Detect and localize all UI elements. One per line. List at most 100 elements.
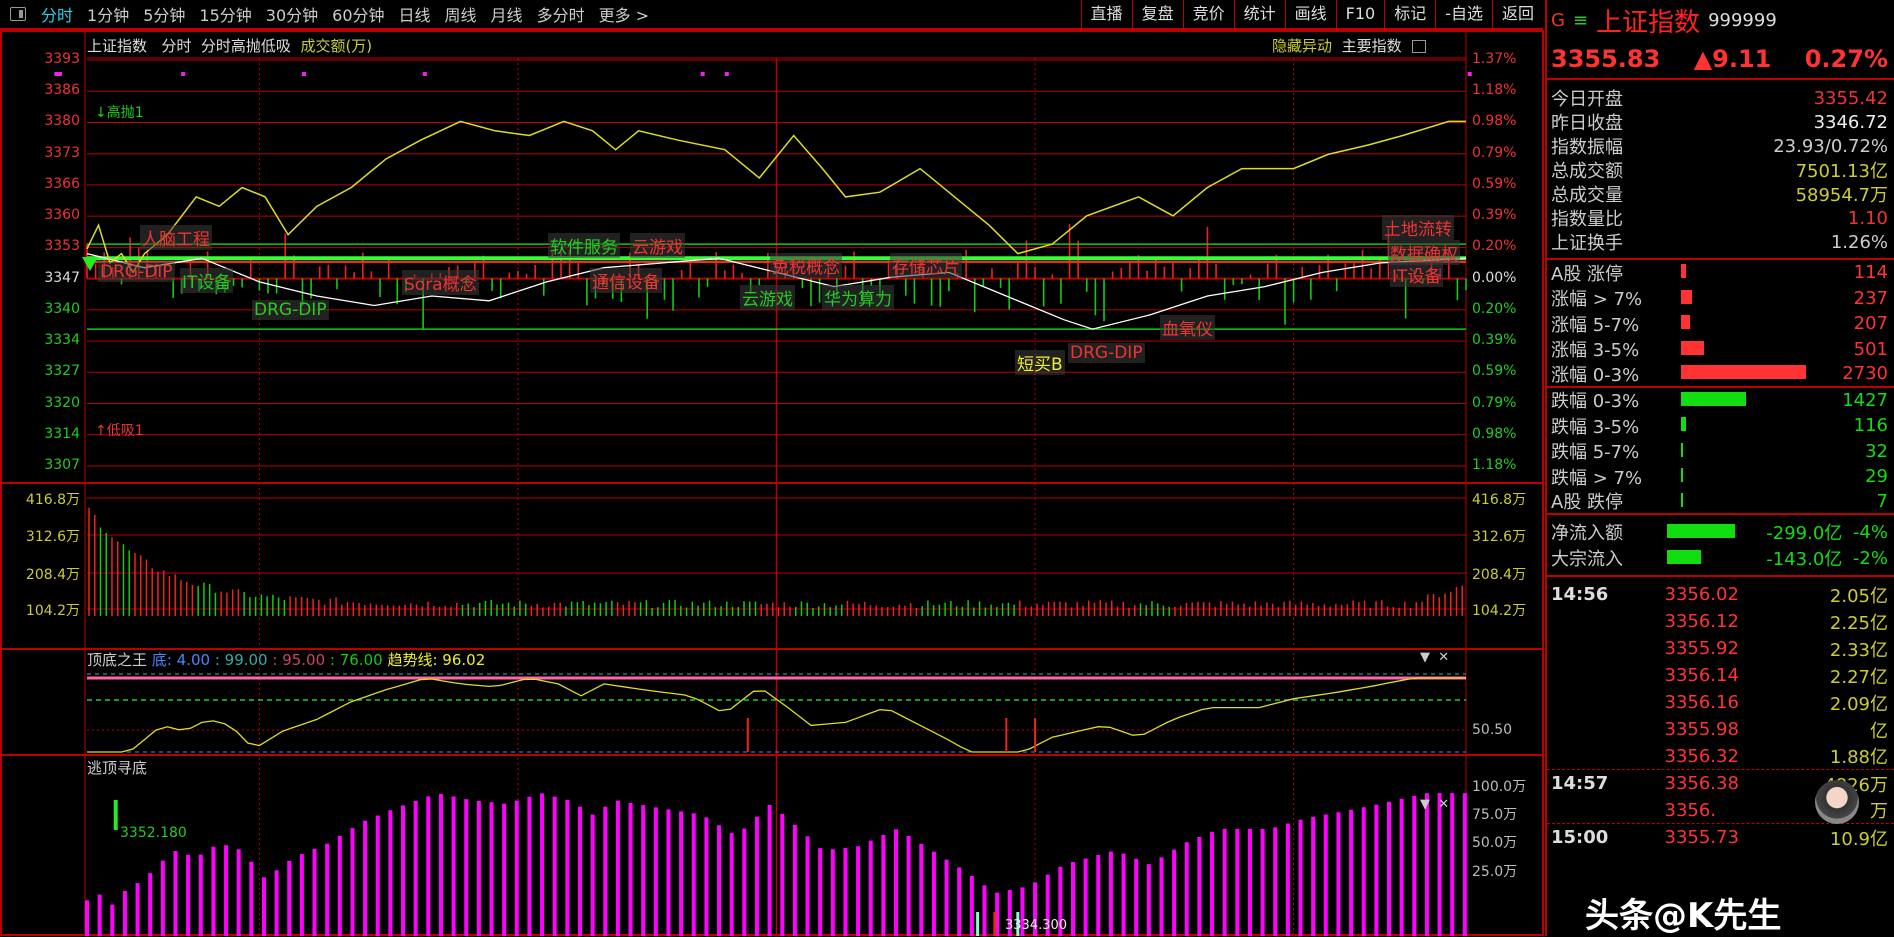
price-tick: 3380 — [44, 113, 80, 130]
tab-8[interactable]: 月线 — [484, 2, 530, 26]
tab-7[interactable]: 周线 — [438, 2, 484, 26]
concept-label: IT设备 — [180, 268, 234, 293]
flow-pct: -2% — [1852, 547, 1888, 569]
breadth-row-2: 涨幅 5-7% 207 — [1547, 311, 1894, 337]
group-badge[interactable]: G — [1551, 10, 1565, 31]
chart-canvas[interactable] — [0, 0, 1545, 936]
tab-0[interactable]: 分时 — [34, 2, 80, 26]
info-label: 总成交量 — [1551, 185, 1623, 206]
breadth-row-5: 跌幅 0-3% 1427 — [1547, 388, 1894, 414]
indicator2-close-icon[interactable]: ✕ — [1438, 797, 1449, 812]
tick-price: 3356.02 — [1664, 584, 1739, 605]
concept-label: 软件服务 — [548, 233, 620, 258]
toolbar-button-4[interactable]: 画线 — [1284, 0, 1336, 29]
info-row-1: 昨日收盘 3346.72 — [1547, 110, 1894, 135]
flow-bar — [1666, 523, 1735, 538]
tick-amount: 1.88亿 — [1829, 747, 1888, 768]
tick-row-0: 14:56 3356.02 2.05亿 — [1547, 581, 1894, 608]
tab-6[interactable]: 日线 — [392, 2, 438, 26]
tick-row-4: 3356.16 2.09亿 — [1547, 689, 1894, 716]
breadth-row-9: A股 跌停 7 — [1547, 490, 1894, 515]
indicator1-dropdown-icon[interactable]: ▼ — [1420, 650, 1430, 665]
info-row-5: 指数量比 1.10 — [1547, 206, 1894, 231]
indicator1-name[interactable]: 顶底之王 — [87, 651, 147, 669]
indicator1-axis-mid: 50.50 — [1472, 722, 1513, 738]
pct-tick: 0.00% — [1472, 269, 1517, 286]
tick-amount: 2.27亿 — [1829, 666, 1888, 688]
indicator2-name[interactable]: 逃顶寻底 — [87, 757, 147, 778]
breadth-row-8: 跌幅 > 7% 29 — [1547, 464, 1894, 490]
concept-label: 云游戏 — [740, 285, 795, 310]
toolbar-button-5[interactable]: F10 — [1335, 0, 1385, 29]
breadth-bar-cell — [1681, 466, 1865, 487]
tab-1[interactable]: 1分钟 — [80, 2, 136, 26]
toolbar-button-6[interactable]: 标记 — [1384, 0, 1435, 29]
tick-amount: 2.33亿 — [1829, 639, 1888, 661]
tick-price: 3355.73 — [1664, 827, 1739, 848]
indicator1-di: 底 — [151, 651, 167, 669]
tick-amount: 10.9亿 — [1829, 828, 1888, 850]
indicator2-annotation: 3352.180 — [120, 825, 187, 841]
concept-label: 短买B — [1015, 350, 1065, 375]
volume-tick: 416.8万 — [25, 492, 80, 508]
indicator1-v4: : 76.00 — [329, 651, 383, 669]
tick-time: 14:56 — [1551, 584, 1609, 605]
breadth-bar — [1681, 365, 1806, 380]
indicator1-close-icon[interactable]: ✕ — [1438, 650, 1449, 665]
tick-time: 15:00 — [1551, 827, 1609, 848]
pct-tick: 1.18% — [1472, 457, 1517, 473]
info-value: 58954.7万 — [1795, 185, 1888, 206]
price-tick: 3353 — [44, 238, 80, 255]
tab-10[interactable]: 更多 > — [592, 2, 657, 26]
toolbar-button-8[interactable]: 返回 — [1491, 0, 1543, 29]
info-row-0: 今日开盘 3355.42 — [1547, 86, 1894, 111]
breadth-bar-cell — [1681, 415, 1854, 436]
flow-row-1: 大宗流入 -143.0亿 -2% — [1547, 545, 1894, 571]
trend-value: : 96.02 — [432, 651, 486, 669]
pct-tick: 0.39% — [1472, 207, 1517, 224]
toolbar-button-1[interactable]: 复盘 — [1131, 0, 1183, 29]
breadth-label: 涨幅 5-7% — [1551, 314, 1640, 336]
breadth-bar-cell — [1681, 491, 1877, 512]
toolbar-button-0[interactable]: 直播 — [1080, 0, 1132, 29]
info-label: 昨日收盘 — [1551, 113, 1623, 134]
volume-tick-right: 208.4万 — [1472, 567, 1527, 583]
major-index-link[interactable]: 主要指数 — [1342, 37, 1402, 55]
tick-amount: 2.09亿 — [1829, 693, 1888, 715]
buy-marker: ↑低吸1 — [95, 423, 144, 439]
breadth-count: 1427 — [1842, 389, 1888, 411]
toolbar-button-2[interactable]: 竞价 — [1182, 0, 1234, 29]
period-toolbar: 分时 1分钟 5分钟 15分钟 30分钟 60分钟 日线 周线 月线 多分时 更多 > 直播 复盘 竞价… — [0, 0, 1543, 30]
tick-price: 3356.14 — [1664, 665, 1739, 686]
hide-anomaly-link[interactable]: 隐藏异动 — [1272, 37, 1332, 55]
price-tick: 3347 — [44, 269, 80, 286]
indicator-name[interactable]: 分时高抛低吸 — [201, 37, 291, 55]
pct-tick: 0.98% — [1472, 425, 1517, 442]
concept-label: 血氧仪 — [1160, 315, 1215, 340]
tab-4[interactable]: 30分钟 — [259, 2, 325, 26]
tab-5[interactable]: 60分钟 — [325, 2, 391, 26]
pct-tick: 0.20% — [1472, 238, 1517, 255]
tab-9[interactable]: 多分时 — [530, 2, 592, 26]
menu-icon[interactable]: ≡ — [1573, 10, 1588, 31]
signal-dot — [54, 72, 59, 76]
volume-tick-right: 104.2万 — [1472, 603, 1527, 619]
signal-dot — [57, 72, 62, 76]
breadth-count: 29 — [1865, 466, 1888, 488]
breadth-label: 跌幅 3-5% — [1551, 416, 1640, 438]
panel-toggle-icon[interactable] — [10, 7, 26, 21]
panel-icon[interactable] — [1412, 40, 1427, 53]
indicator2-dropdown-icon[interactable]: ▼ — [1420, 797, 1430, 812]
tab-3[interactable]: 15分钟 — [192, 2, 258, 26]
flow-value: -143.0亿 — [1766, 549, 1843, 570]
toolbar-button-3[interactable]: 统计 — [1233, 0, 1285, 29]
tick-price: 3355.98 — [1664, 719, 1739, 740]
tab-2[interactable]: 5分钟 — [136, 2, 192, 26]
pct-tick: 1.37% — [1472, 51, 1517, 67]
signal-dot — [181, 72, 186, 76]
indicator2-tick: 50.0万 — [1472, 835, 1518, 851]
flow-pct: -4% — [1852, 521, 1888, 543]
concept-label: DRG-DIP — [1068, 343, 1145, 363]
toolbar-button-7[interactable]: -自选 — [1435, 0, 1492, 29]
info-label: 指数量比 — [1551, 209, 1623, 230]
